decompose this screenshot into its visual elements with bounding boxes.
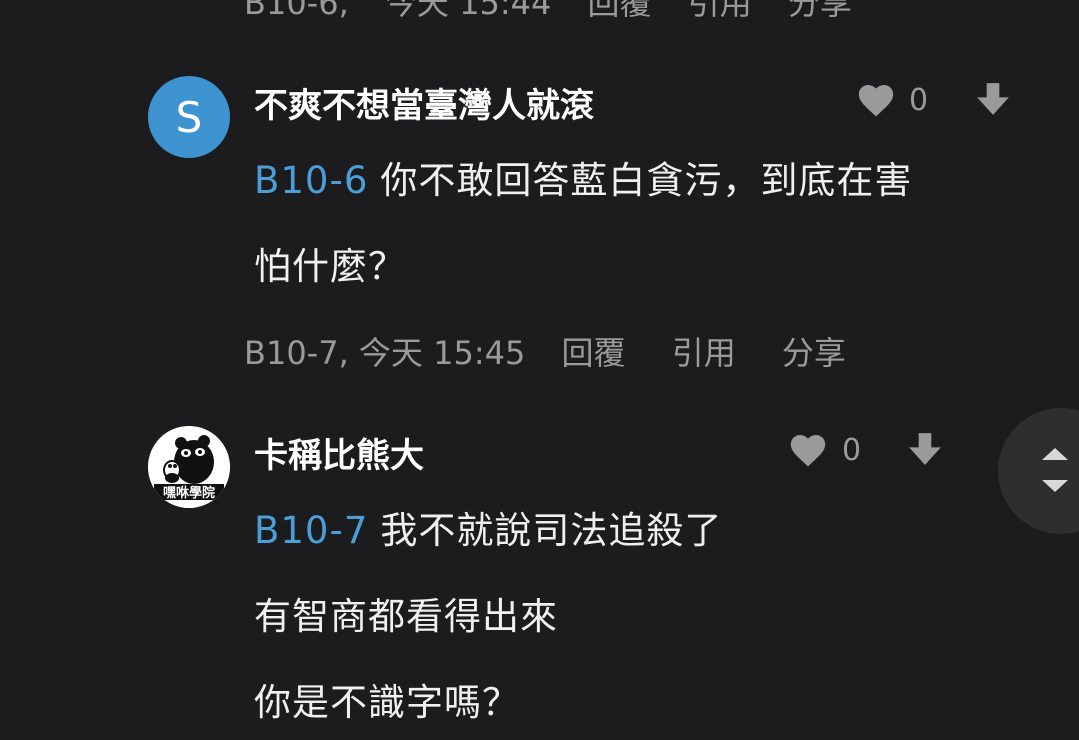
like-count: 0	[842, 433, 862, 468]
quote-button[interactable]: 引用	[688, 0, 752, 22]
reply-floor-link[interactable]: B10-6	[254, 159, 368, 202]
previous-comment-meta: B10-6, 今天 15:44 回覆 引用 分享	[244, 0, 878, 24]
comment-text: 怕什麼？	[254, 245, 406, 288]
avatar[interactable]: S	[148, 76, 230, 158]
username[interactable]: 不爽不想當臺灣人就滾	[254, 78, 594, 127]
scroll-up-down-icon	[1042, 448, 1068, 492]
heart-icon[interactable]	[856, 82, 896, 118]
share-button[interactable]: 分享	[788, 0, 852, 22]
comment-meta: B10-7, 今天 15:45 回覆 引用 分享	[244, 328, 856, 374]
comment-body-line: 怕什麼？	[254, 236, 406, 290]
share-button[interactable]: 分享	[782, 334, 846, 372]
comment-text: 我不就說司法追殺了	[380, 509, 723, 552]
comment-text: 有智商都看得出來	[254, 595, 558, 638]
comment-body-line: B10-7 我不就說司法追殺了	[254, 500, 722, 554]
comment-body-line: 你是不識字嗎？	[254, 672, 520, 726]
meta-time: 今天 15:44	[384, 0, 552, 22]
comment-text: 你不敢回答藍白貪污，到底在害	[380, 159, 913, 202]
arrow-down-icon[interactable]	[974, 80, 1012, 118]
avatar-caption: 嘿咻學院	[162, 486, 215, 501]
comment-text: 你是不識字嗎？	[254, 681, 520, 724]
comment-body-line: B10-6 你不敢回答藍白貪污，到底在害	[254, 150, 912, 204]
avatar[interactable]: 嘿咻學院	[148, 426, 230, 508]
meta-floor: B10-7,	[244, 334, 349, 372]
reply-button[interactable]: 回覆	[588, 0, 652, 22]
arrow-down-icon[interactable]	[906, 430, 944, 468]
reply-button[interactable]: 回覆	[562, 334, 626, 372]
quote-button[interactable]: 引用	[672, 334, 736, 372]
meta-time: 今天 15:45	[358, 334, 526, 372]
like-count: 0	[909, 83, 929, 118]
heart-icon[interactable]	[788, 432, 828, 468]
comment-body-line: 有智商都看得出來	[254, 586, 558, 640]
username[interactable]: 卡稱比熊大	[254, 428, 424, 477]
reply-floor-link[interactable]: B10-7	[254, 509, 368, 552]
meta-floor: B10-6,	[244, 0, 349, 22]
scroll-fab[interactable]	[998, 408, 1079, 534]
